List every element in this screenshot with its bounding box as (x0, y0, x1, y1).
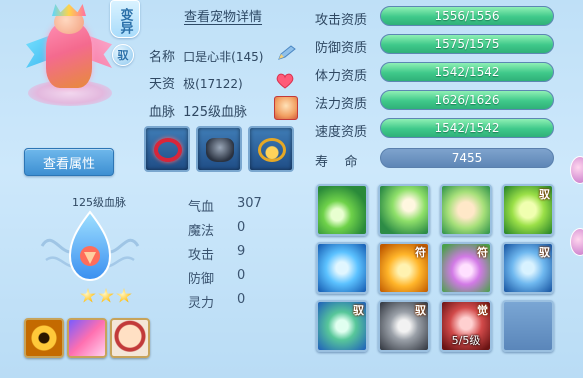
pet-name-value: 口是心非(145) (183, 50, 264, 64)
qual-label-magic: 法力资质 (315, 97, 368, 112)
pet-crown (52, 4, 86, 16)
qual-bar-stamina: 1542/1542 (380, 62, 554, 82)
awaken-skill-icon[interactable]: 觉 5/5级 (440, 300, 492, 352)
shield-skill-icon[interactable]: 驭 (502, 184, 554, 236)
mutate-badge: 变异 (110, 0, 140, 38)
qual-label-speed: 速度资质 (315, 125, 368, 140)
hero-face-skill-icon[interactable] (110, 318, 150, 358)
stat-value-hp: 307 (237, 196, 262, 211)
qual-bar-attack: 1556/1556 (380, 6, 554, 26)
edit-name-icon[interactable] (276, 44, 298, 62)
whirlwind-skill-icon[interactable] (316, 242, 368, 294)
equip-slot-armor[interactable] (196, 126, 242, 172)
pet-bloodline-row: 血脉 125级血脉 (149, 101, 247, 120)
pet-aptitude-row: 天资 极(17122) (149, 73, 243, 92)
heart-skill-icon[interactable]: 符 (440, 242, 492, 294)
qual-label-defense: 防御资质 (315, 41, 368, 56)
skill-tag: 觉 (477, 304, 488, 317)
bloodline-avatar-icon[interactable] (274, 96, 298, 120)
pet-bloodline-value: 125级血脉 (183, 105, 247, 120)
beast-skill-icon[interactable]: 驭 (502, 242, 554, 294)
star-icon (98, 288, 114, 303)
qual-bar-magic: 1626/1626 (380, 90, 554, 110)
dark-armor-icon (206, 138, 234, 162)
skill-tag: 驭 (539, 246, 550, 259)
equip-slot-necklace[interactable] (144, 126, 190, 172)
side-avatar-icon[interactable] (570, 156, 583, 184)
lifespan-value: 7455 (380, 148, 554, 168)
qual-bar-defense: 1575/1575 (380, 34, 554, 54)
claw-skill-icon[interactable]: 驭 (378, 300, 430, 352)
eye-skill-icon[interactable] (24, 318, 64, 358)
qual-bar-speed: 1542/1542 (380, 118, 554, 138)
star-icon (116, 288, 132, 303)
tame-badge: 驭 (112, 44, 134, 66)
view-pet-detail-link[interactable]: 查看宠物详情 (184, 6, 262, 25)
qual-label-attack: 攻击资质 (315, 13, 368, 28)
awaken-level: 5/5级 (451, 334, 481, 347)
hand-skill-icon[interactable] (378, 184, 430, 236)
gold-amulet-icon (258, 138, 286, 162)
empty-skill-slot[interactable] (502, 300, 554, 352)
stat-value-attack: 9 (237, 244, 246, 259)
qual-label-stamina: 体力资质 (315, 69, 368, 84)
palm-skill-icon[interactable] (440, 184, 492, 236)
star-icon (80, 288, 96, 303)
fire-skill-icon[interactable]: 符 (378, 242, 430, 294)
skill-tag: 驭 (415, 304, 426, 317)
guard-skill-icon[interactable]: 驭 (316, 300, 368, 352)
qual-value-magic: 1626/1626 (434, 93, 500, 107)
skill-tag: 驭 (353, 304, 364, 317)
skill-tag: 驭 (539, 188, 550, 201)
stat-value-defense: 0 (237, 268, 246, 283)
heart-icon[interactable] (276, 73, 294, 89)
pet-name-row: 名称 口是心非(145) (149, 46, 263, 65)
bloodline-emblem-icon (40, 210, 140, 282)
stat-label-spirit: 灵力 (188, 296, 215, 311)
pet-aptitude-value: 极(17122) (183, 77, 243, 91)
equip-slot-amulet[interactable] (248, 126, 294, 172)
qual-value-attack: 1556/1556 (434, 9, 500, 23)
pet-name-label: 名称 (149, 50, 176, 65)
skill-tag: 符 (477, 246, 488, 259)
skill-tag: 符 (415, 246, 426, 259)
lifespan-label: 寿 命 (315, 155, 358, 170)
stat-value-spirit: 0 (237, 292, 246, 307)
stat-label-mp: 魔法 (188, 224, 215, 239)
qual-value-stamina: 1542/1542 (434, 65, 500, 79)
stat-label-defense: 防御 (188, 272, 215, 287)
view-attributes-button[interactable]: 查看属性 (24, 148, 114, 176)
red-necklace-icon (154, 138, 182, 162)
pet-aptitude-label: 天资 (149, 77, 176, 92)
stat-label-attack: 攻击 (188, 248, 215, 263)
stat-value-mp: 0 (237, 220, 246, 235)
qual-value-defense: 1575/1575 (434, 37, 500, 51)
dragon-skill-icon[interactable] (67, 318, 107, 358)
pet-bloodline-label: 血脉 (149, 105, 176, 120)
stat-label-hp: 气血 (188, 200, 215, 215)
wing-skill-icon[interactable] (316, 184, 368, 236)
qual-value-speed: 1542/1542 (434, 121, 500, 135)
side-avatar-icon[interactable] (570, 228, 583, 256)
